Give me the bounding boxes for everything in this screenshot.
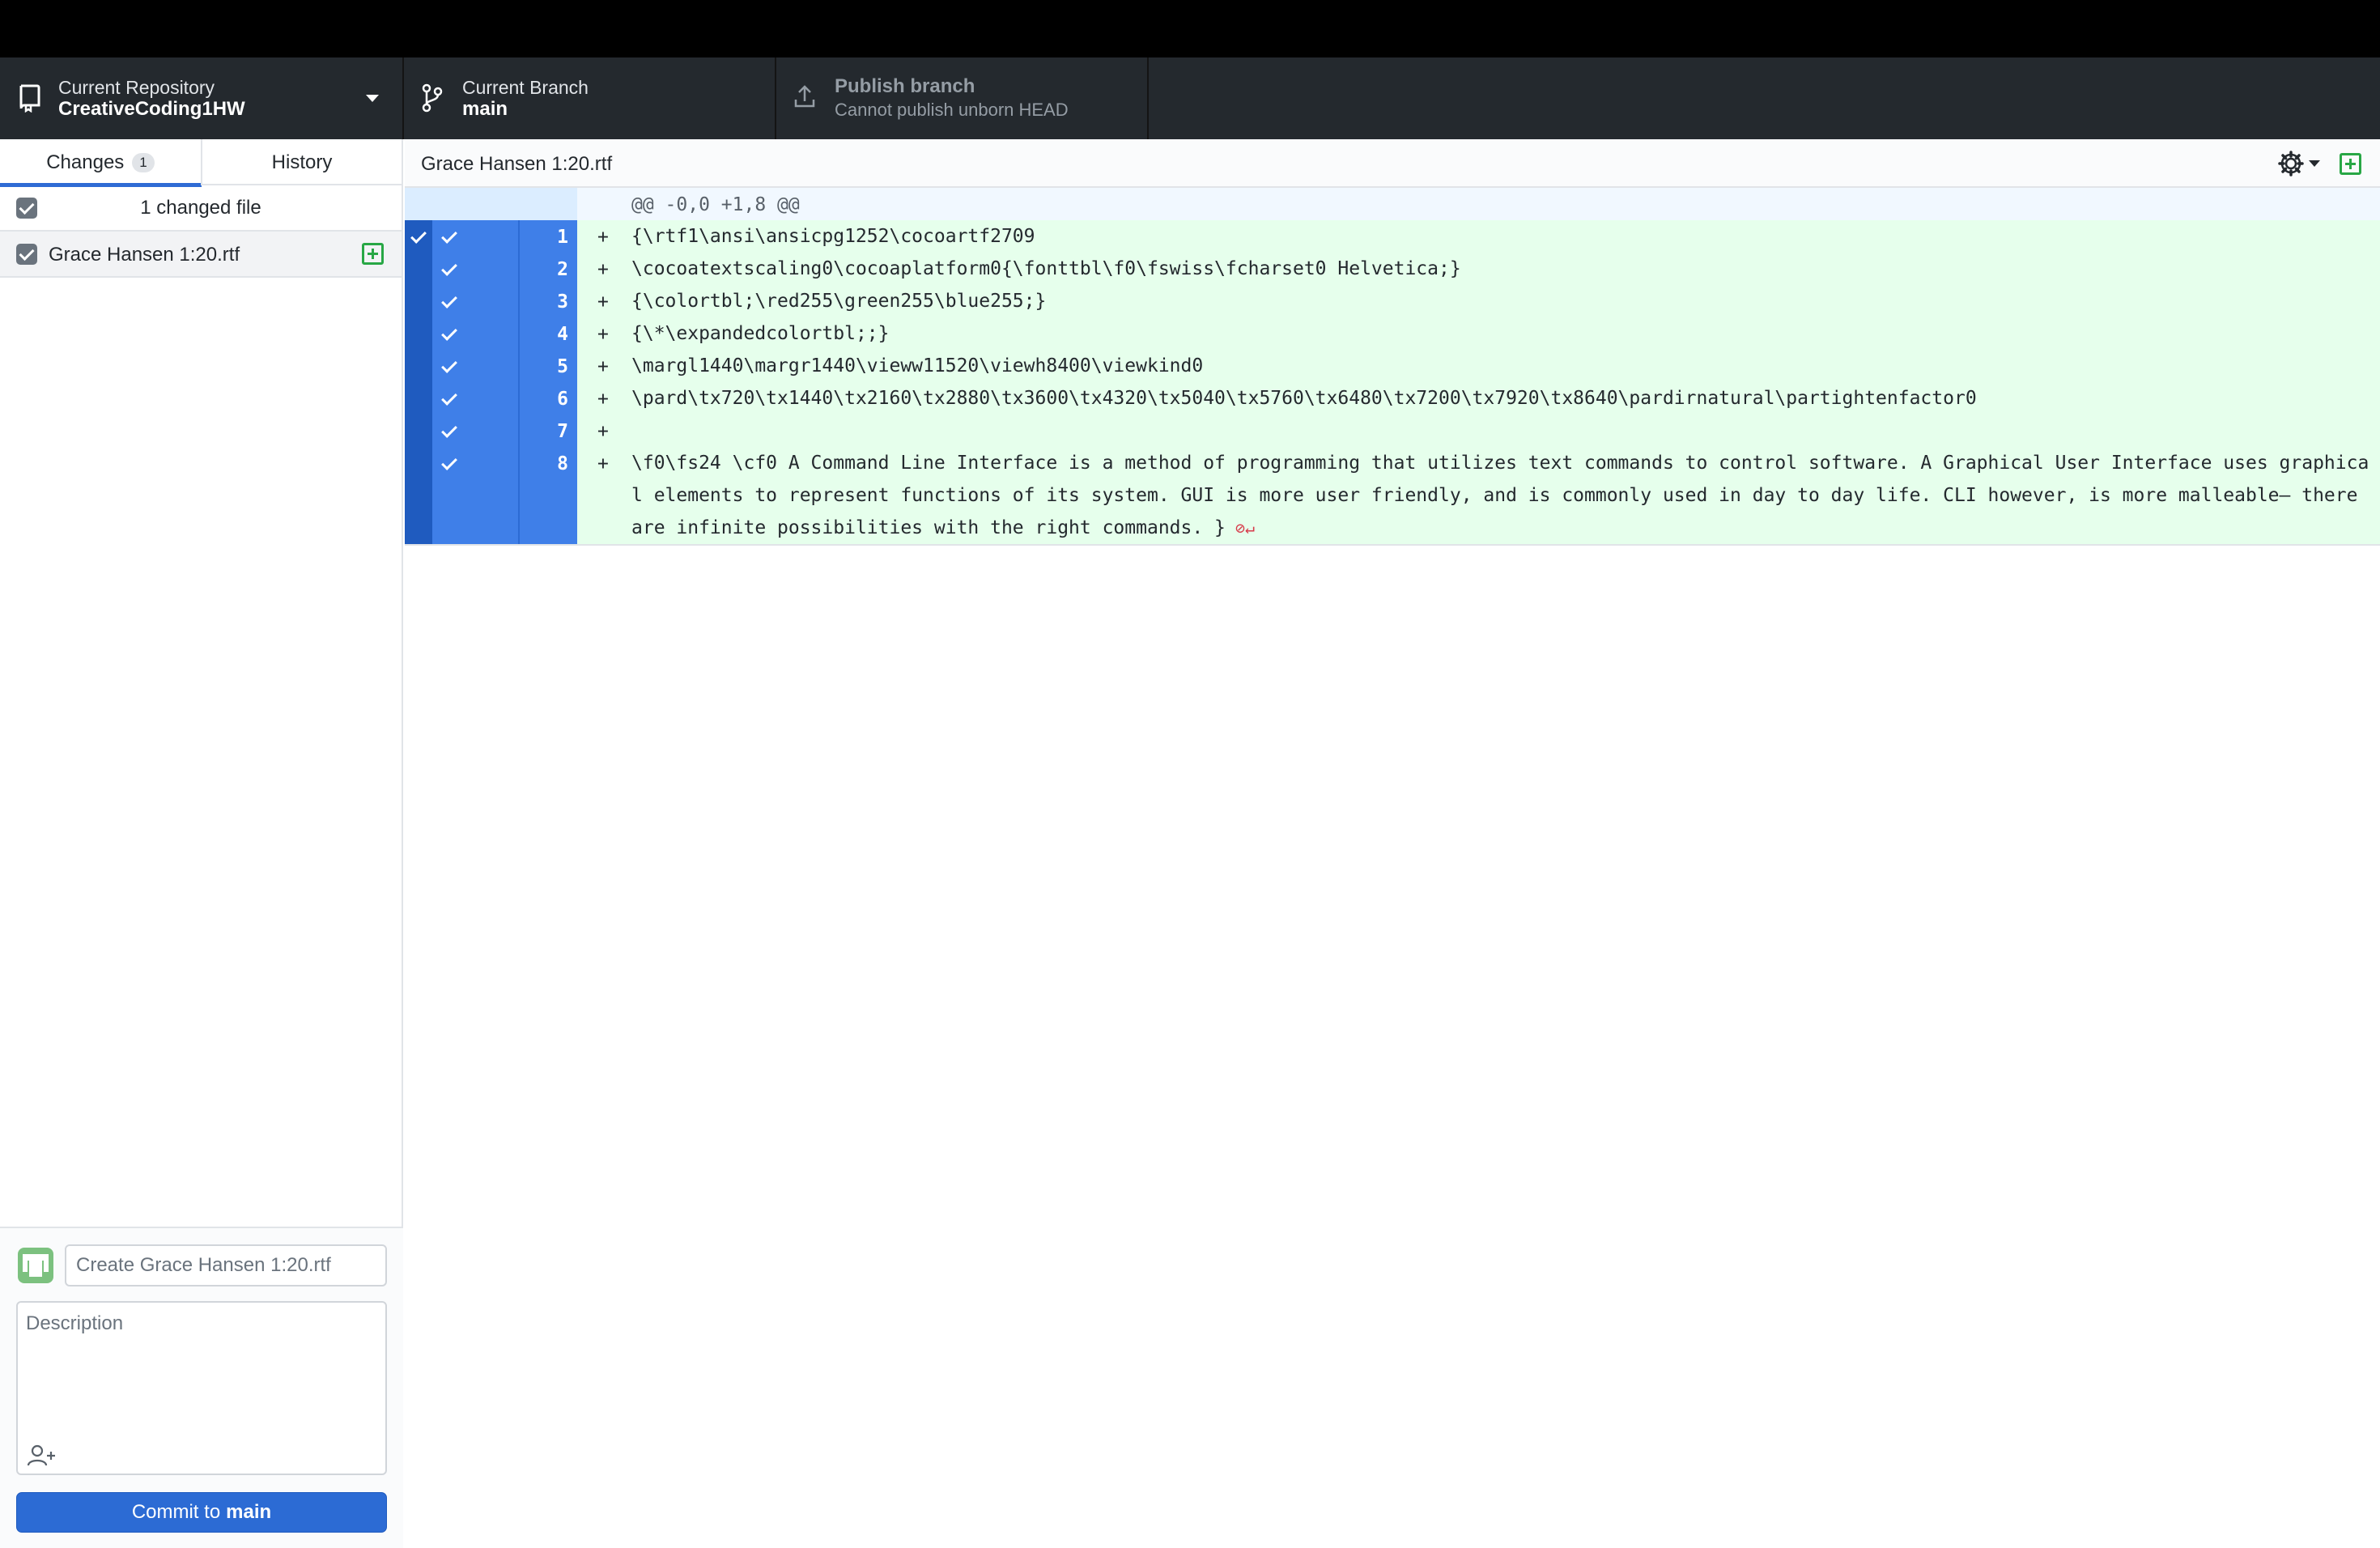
tab-changes[interactable]: Changes 1 xyxy=(0,139,202,187)
changed-files-header: 1 changed file xyxy=(0,185,402,232)
added-marker: + xyxy=(597,291,609,313)
diff-line[interactable]: 1 + {\rtf1\ansi\ansicpg1252\cocoartf2709 xyxy=(405,220,2380,253)
diff-line[interactable]: 3 + {\colortbl;\red255\green255\blue255;… xyxy=(405,285,2380,317)
code-text: \f0\fs24 \cf0 A Command Line Interface i… xyxy=(631,453,2369,538)
file-include-checkbox[interactable] xyxy=(16,244,37,265)
gear-icon[interactable] xyxy=(2276,149,2306,178)
window-title-bar xyxy=(0,0,2380,57)
changes-count-badge: 1 xyxy=(132,152,155,172)
added-marker: + xyxy=(597,324,609,345)
code-text: {\rtf1\ansi\ansicpg1252\cocoartf2709 xyxy=(631,226,1035,247)
tab-history-label: History xyxy=(271,151,333,173)
line-number: 1 xyxy=(557,227,568,248)
diff-line[interactable]: 8 + \f0\fs24 \cf0 A Command Line Interfa… xyxy=(405,447,2380,544)
commit-description-input[interactable] xyxy=(18,1303,385,1432)
line-number: 2 xyxy=(557,259,568,280)
code-text: \margl1440\margr1440\vieww11520\viewh840… xyxy=(631,355,1204,376)
added-marker: + xyxy=(597,259,609,280)
publish-branch-button[interactable]: Publish branch Cannot publish unborn HEA… xyxy=(776,57,1149,139)
diff-file-name: Grace Hansen 1:20.rtf xyxy=(421,153,613,175)
diff-header: Grace Hansen 1:20.rtf xyxy=(405,139,2380,188)
code-text: \cocoatextscaling0\cocoaplatform0{\fontt… xyxy=(631,258,1461,279)
repository-icon xyxy=(19,84,40,113)
avatar xyxy=(18,1248,53,1283)
add-coauthor-icon[interactable] xyxy=(26,1444,58,1468)
hunk-header-text: @@ -0,0 +1,8 @@ xyxy=(631,194,800,215)
branch-icon xyxy=(422,83,443,113)
branch-label: Current Branch xyxy=(462,77,589,98)
added-marker: + xyxy=(597,453,609,474)
added-marker: + xyxy=(597,389,609,410)
current-branch-button[interactable]: Current Branch main xyxy=(404,57,776,139)
hunk-header: @@ -0,0 +1,8 @@ xyxy=(405,188,2380,220)
sidebar-tabs: Changes 1 History xyxy=(0,139,402,187)
list-item[interactable]: Grace Hansen 1:20.rtf xyxy=(0,232,402,278)
diff-line[interactable]: 6 + \pard\tx720\tx1440\tx2160\tx2880\tx3… xyxy=(405,382,2380,415)
no-newline-icon: ⊘↵ xyxy=(1225,518,1256,538)
diff-line[interactable]: 4 + {\*\expandedcolortbl;;} xyxy=(405,317,2380,350)
commit-summary-input[interactable] xyxy=(65,1244,387,1286)
file-added-icon xyxy=(2340,153,2361,175)
line-number: 4 xyxy=(557,324,568,345)
changed-files-count: 1 changed file xyxy=(140,196,261,219)
commit-panel: Commit to main xyxy=(0,1227,403,1548)
added-marker: + xyxy=(597,356,609,377)
tab-changes-label: Changes xyxy=(46,151,125,173)
line-number: 3 xyxy=(557,291,568,313)
file-name: Grace Hansen 1:20.rtf xyxy=(49,244,240,266)
tab-history[interactable]: History xyxy=(201,139,402,185)
divider xyxy=(405,544,2380,546)
toolbar: Current Repository CreativeCoding1HW Cur… xyxy=(0,57,2380,139)
code-text: \pard\tx720\tx1440\tx2160\tx2880\tx3600\… xyxy=(631,388,1977,409)
file-added-icon xyxy=(362,243,384,265)
publish-status: Cannot publish unborn HEAD xyxy=(835,100,1069,120)
diff-line[interactable]: 5 + \margl1440\margr1440\vieww11520\view… xyxy=(405,350,2380,382)
commit-button-branch: main xyxy=(226,1501,272,1523)
line-number: 6 xyxy=(557,389,568,410)
chevron-down-icon[interactable] xyxy=(2309,160,2320,167)
added-marker: + xyxy=(597,227,609,248)
diff-line[interactable]: 7 + xyxy=(405,415,2380,447)
select-all-checkbox[interactable] xyxy=(16,198,37,219)
branch-name: main xyxy=(462,98,508,120)
diff-line[interactable]: 2 + \cocoatextscaling0\cocoaplatform0{\f… xyxy=(405,253,2380,285)
commit-button-label: Commit to xyxy=(131,1501,221,1523)
code-text-wrapped: \f0\fs24 \cf0 A Command Line Interface i… xyxy=(631,447,2380,544)
repository-label: Current Repository xyxy=(58,77,215,98)
publish-label: Publish branch xyxy=(835,75,975,97)
line-number: 5 xyxy=(557,356,568,377)
current-repository-button[interactable]: Current Repository CreativeCoding1HW xyxy=(0,57,404,139)
upload-icon xyxy=(794,85,815,108)
hunk-gutter[interactable] xyxy=(405,188,577,220)
line-number: 8 xyxy=(557,453,568,474)
chevron-down-icon xyxy=(366,95,379,102)
added-marker: + xyxy=(597,421,609,442)
code-text: {\colortbl;\red255\green255\blue255;} xyxy=(631,291,1047,312)
diff-view: @@ -0,0 +1,8 @@ 1 + {\rtf1\ansi\ansicpg1… xyxy=(405,188,2380,546)
line-number: 7 xyxy=(557,421,568,442)
code-text: {\*\expandedcolortbl;;} xyxy=(631,323,890,344)
repository-name: CreativeCoding1HW xyxy=(58,98,245,120)
description-box xyxy=(16,1301,387,1475)
commit-button[interactable]: Commit to main xyxy=(16,1492,387,1533)
